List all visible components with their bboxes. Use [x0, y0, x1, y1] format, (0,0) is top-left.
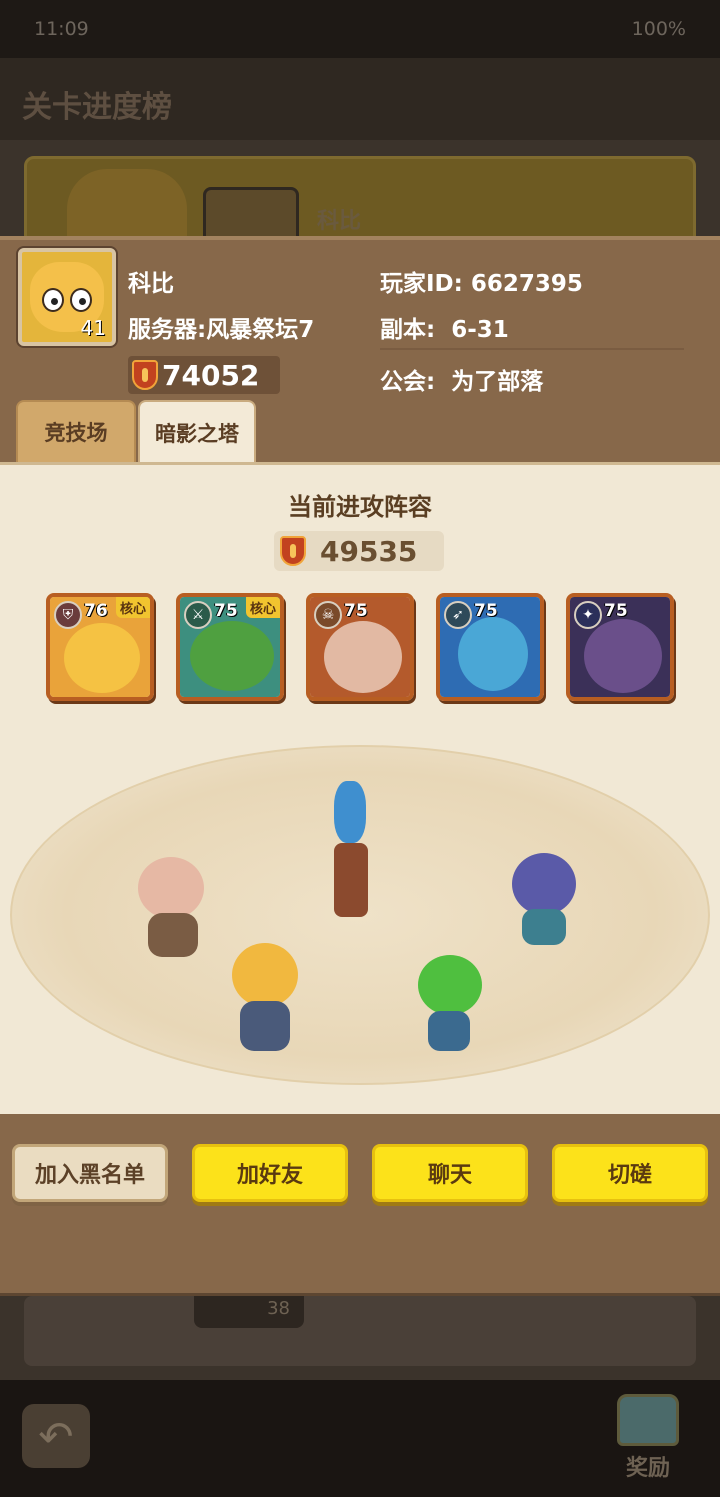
formation-hero[interactable] — [492, 839, 588, 949]
hero-head — [232, 943, 298, 1007]
lineup-title: 当前进攻阵容 — [288, 493, 432, 521]
hero-body — [428, 1011, 470, 1051]
add-friend-button[interactable]: 加好友 — [192, 1144, 348, 1202]
tab-arena[interactable]: 竞技场 — [16, 400, 136, 462]
core-badge: 核心 — [245, 597, 280, 618]
background-header: 关卡进度榜 — [0, 58, 720, 140]
hero-card[interactable]: ⚔ 75 核心 — [176, 593, 284, 701]
player-avatar: 41 — [18, 248, 116, 346]
hero-level: 76 — [84, 601, 108, 621]
bow-icon: ➶ — [444, 601, 472, 629]
back-arrow-icon: ↶ — [38, 1411, 74, 1461]
hero-card[interactable]: ✦ 75 — [566, 593, 674, 701]
hero-head — [512, 853, 576, 915]
guild-value: 为了部落 — [451, 369, 544, 395]
tab-shadow-tower[interactable]: 暗影之塔 — [138, 400, 256, 464]
player-power: 74052 — [128, 356, 280, 394]
lineup-panel: 当前进攻阵容 49535 ⛨ 76 核心 ⚔ 75 核心 ☠ 75 ➶ 75 ✦… — [0, 462, 720, 1114]
status-bar: 11:09 100% — [0, 0, 720, 58]
hero-level: 75 — [214, 601, 238, 621]
hero-head — [418, 955, 482, 1015]
treasure-chest-icon — [617, 1394, 679, 1446]
core-badge: 核心 — [115, 597, 150, 618]
leaderboard-player-name: 科比 — [317, 209, 362, 234]
hero-body — [522, 909, 566, 945]
divider — [380, 348, 684, 350]
formation-hero[interactable] — [208, 943, 308, 1063]
power-shield-icon — [132, 360, 158, 390]
add-to-blacklist-button[interactable]: 加入黑名单 — [12, 1144, 168, 1202]
player-level: 41 — [80, 316, 106, 340]
player-info-modal: 41 科比 服务器:风暴祭坛7 74052 玩家ID: 6627395 副本: … — [0, 236, 720, 1296]
hero-card[interactable]: ⛨ 76 核心 — [46, 593, 154, 701]
dungeon-value: 6-31 — [451, 317, 509, 343]
player-id-label: 玩家ID: — [380, 271, 463, 297]
server-value: 风暴祭坛7 — [206, 317, 315, 343]
hero-level: 75 — [604, 601, 628, 621]
hero-card[interactable]: ➶ 75 — [436, 593, 544, 701]
hero-body — [240, 1001, 290, 1051]
hero-face — [458, 617, 528, 691]
chat-button[interactable]: 聊天 — [372, 1144, 528, 1202]
status-time: 11:09 — [34, 18, 89, 40]
guild-label: 公会: — [380, 369, 436, 395]
staff-icon: ✦ — [574, 601, 602, 629]
avatar-eye — [42, 288, 64, 312]
spar-button[interactable]: 切磋 — [552, 1144, 708, 1202]
formation-hero[interactable] — [408, 955, 488, 1065]
reward-button[interactable]: 奖励 — [608, 1394, 688, 1490]
player-id-row: 玩家ID: 6627395 — [380, 264, 583, 298]
page-title: 关卡进度榜 — [22, 90, 172, 125]
hero-body — [148, 913, 198, 957]
player-id-value: 6627395 — [470, 271, 583, 297]
status-battery: 100% — [631, 18, 686, 40]
hero-face — [64, 623, 140, 693]
hero-face — [190, 621, 274, 691]
guild-row: 公会: 为了部落 — [380, 362, 543, 396]
back-button[interactable]: ↶ — [22, 1404, 90, 1468]
hero-head — [334, 781, 366, 843]
server-label: 服务器: — [128, 317, 207, 343]
reward-label: 奖励 — [625, 1456, 670, 1481]
skull-icon: ☠ — [314, 601, 342, 629]
shield-icon: ⛨ — [54, 601, 82, 629]
leaderboard-row-first[interactable]: 科比 — [24, 156, 696, 249]
hero-card[interactable]: ☠ 75 — [306, 593, 414, 701]
dungeon-row: 副本: 6-31 — [380, 310, 509, 344]
hero-face — [324, 621, 402, 693]
player-name: 科比 — [128, 271, 174, 297]
hero-head — [138, 857, 204, 919]
lineup-power: 49535 — [274, 531, 444, 571]
formation-hero[interactable] — [128, 857, 212, 961]
hero-body — [334, 843, 368, 917]
hero-level: 75 — [474, 601, 498, 621]
player-power-value: 74052 — [162, 358, 260, 392]
hero-level: 75 — [344, 601, 368, 621]
crossed-swords-icon: ⚔ — [184, 601, 212, 629]
avatar-eye — [70, 288, 92, 312]
formation-hero[interactable] — [320, 781, 380, 941]
power-shield-icon — [280, 536, 306, 566]
leaderboard-player-level: 38 — [194, 1296, 304, 1328]
dungeon-label: 副本: — [380, 317, 436, 343]
lineup-power-value: 49535 — [320, 534, 418, 568]
hero-face — [584, 619, 662, 693]
leaderboard-row[interactable]: 38 — [24, 1296, 696, 1366]
bottom-bar: ↶ 奖励 — [0, 1380, 720, 1497]
server-row: 服务器:风暴祭坛7 — [128, 310, 314, 344]
